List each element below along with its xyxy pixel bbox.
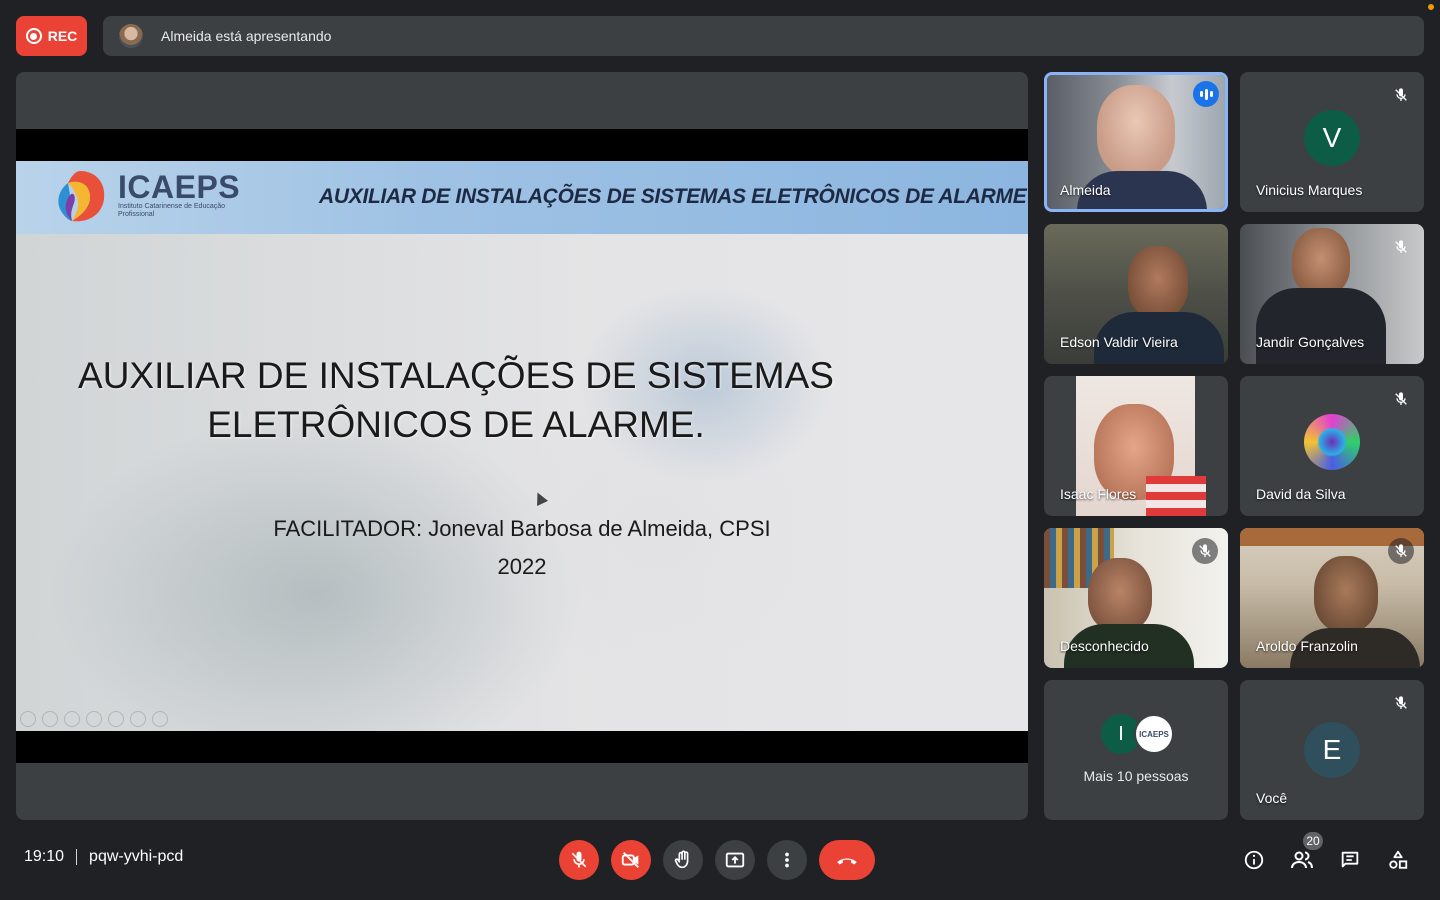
presenting-banner: Almeida está apresentando <box>103 16 1424 56</box>
activities-button[interactable] <box>1386 848 1410 872</box>
participant-name: Edson Valdir Vieira <box>1060 334 1178 350</box>
slideshow-toolbar[interactable] <box>20 711 168 727</box>
participant-name: Jandir Gonçalves <box>1256 334 1365 350</box>
meeting-info: 19:10 pqw-yvhi-pcd <box>24 848 183 866</box>
slide-facilitator: FACILITADOR: Joneval Barbosa de Almeida,… <box>273 516 771 541</box>
notification-dot <box>1428 4 1434 10</box>
participant-tile-desconhecido[interactable]: Desconhecido <box>1044 528 1228 668</box>
slide-header-title: AUXILIAR DE INSTALAÇÕES DE SISTEMAS ELET… <box>319 185 1027 208</box>
presentation-stage: ICAEPS Instituto Catarinense de Educação… <box>16 72 1028 820</box>
prev-slide-icon[interactable] <box>20 711 36 727</box>
participant-tile-vinicius[interactable]: V Vinicius Marques <box>1240 72 1424 212</box>
people-icon <box>1291 851 1313 869</box>
more-participants-tile[interactable]: I ICAEPS Mais 10 pessoas <box>1044 680 1228 820</box>
presentation-slide: ICAEPS Instituto Catarinense de Educação… <box>16 161 1028 731</box>
info-icon <box>1244 850 1264 870</box>
more-options-button[interactable] <box>767 840 807 880</box>
icaeps-logo-icon <box>58 171 105 222</box>
mic-off-icon <box>1388 234 1414 260</box>
raise-hand-icon <box>674 850 689 869</box>
toggle-mic-button[interactable] <box>559 840 599 880</box>
mic-off-icon <box>1388 82 1414 108</box>
presenting-text: Almeida está apresentando <box>161 28 332 44</box>
slides-grid-icon[interactable] <box>86 711 102 727</box>
slide-title: AUXILIAR DE INSTALAÇÕES DE SISTEMAS ELET… <box>76 351 836 449</box>
meeting-time: 19:10 <box>24 848 65 865</box>
participant-avatar: E <box>1304 722 1360 778</box>
participant-name: David da Silva <box>1256 486 1346 502</box>
chat-button[interactable] <box>1338 848 1362 872</box>
mic-off-icon <box>1192 538 1218 564</box>
participant-tile-jandir[interactable]: Jandir Gonçalves <box>1240 224 1424 364</box>
meeting-details-button[interactable] <box>1242 848 1266 872</box>
participant-count-badge: 20 <box>1303 832 1323 850</box>
mic-off-icon <box>1388 690 1414 716</box>
mic-off-icon <box>1388 386 1414 412</box>
brand-subtitle: Instituto Catarinense de Educação Profis… <box>118 203 226 218</box>
icaeps-avatar-icon: ICAEPS <box>1134 714 1174 754</box>
leave-call-icon <box>837 858 857 865</box>
participant-tile-almeida[interactable]: Almeida <box>1044 72 1228 212</box>
record-icon <box>25 28 42 44</box>
letterbox-bottom <box>16 731 1028 763</box>
recording-indicator[interactable]: REC <box>16 16 87 56</box>
participant-tile-david[interactable]: David da Silva <box>1240 376 1424 516</box>
mic-off-icon <box>571 851 587 868</box>
participant-name: Aroldo Franzolin <box>1256 638 1358 654</box>
next-slide-icon[interactable] <box>42 711 58 727</box>
more-options-icon <box>785 852 789 868</box>
camera-off-icon <box>621 852 639 868</box>
brand-name: ICAEPS <box>118 169 241 205</box>
leave-call-button[interactable] <box>819 840 875 880</box>
subtitles-icon[interactable] <box>130 711 146 727</box>
slide-title-line-2: ELETRÔNICOS DE ALARME. <box>207 404 705 445</box>
participant-avatar: V <box>1304 110 1360 166</box>
pen-icon[interactable] <box>64 711 80 727</box>
participant-name: Isaac Flores <box>1060 486 1137 502</box>
participant-tile-aroldo[interactable]: Aroldo Franzolin <box>1240 528 1424 668</box>
presenter-avatar <box>119 24 143 48</box>
slide-header: ICAEPS Instituto Catarinense de Educação… <box>16 161 1028 234</box>
zoom-icon[interactable] <box>108 711 124 727</box>
participant-tile-self[interactable]: E Você <box>1240 680 1424 820</box>
participant-tile-isaac[interactable]: Isaac Flores <box>1044 376 1228 516</box>
people-button[interactable] <box>1290 848 1314 872</box>
mic-off-icon <box>1388 538 1414 564</box>
participant-avatar-image <box>1304 414 1360 470</box>
chat-icon <box>1341 851 1359 868</box>
more-participants-label: Mais 10 pessoas <box>1083 768 1189 784</box>
present-icon <box>725 852 745 868</box>
recording-label: REC <box>47 28 78 44</box>
participant-name: Almeida <box>1060 182 1111 198</box>
participant-name: Vinicius Marques <box>1256 182 1363 198</box>
toggle-camera-button[interactable] <box>611 840 651 880</box>
raise-hand-button[interactable] <box>663 840 703 880</box>
divider <box>76 849 78 865</box>
participant-name: Você <box>1256 790 1288 806</box>
meeting-code[interactable]: pqw-yvhi-pcd <box>89 848 183 866</box>
letterbox-top <box>16 129 1028 161</box>
slide-background-photo <box>16 234 1028 731</box>
present-now-button[interactable] <box>715 840 755 880</box>
activities-icon <box>1389 850 1408 869</box>
slide-year: 2022 <box>497 554 547 579</box>
slide-title-line-1: AUXILIAR DE INSTALAÇÕES DE SISTEMAS <box>78 355 834 396</box>
speaking-indicator-icon <box>1193 81 1219 107</box>
participant-name: Desconhecido <box>1060 638 1149 654</box>
slide-more-icon[interactable] <box>152 711 168 727</box>
participant-tile-edson[interactable]: Edson Valdir Vieira <box>1044 224 1228 364</box>
